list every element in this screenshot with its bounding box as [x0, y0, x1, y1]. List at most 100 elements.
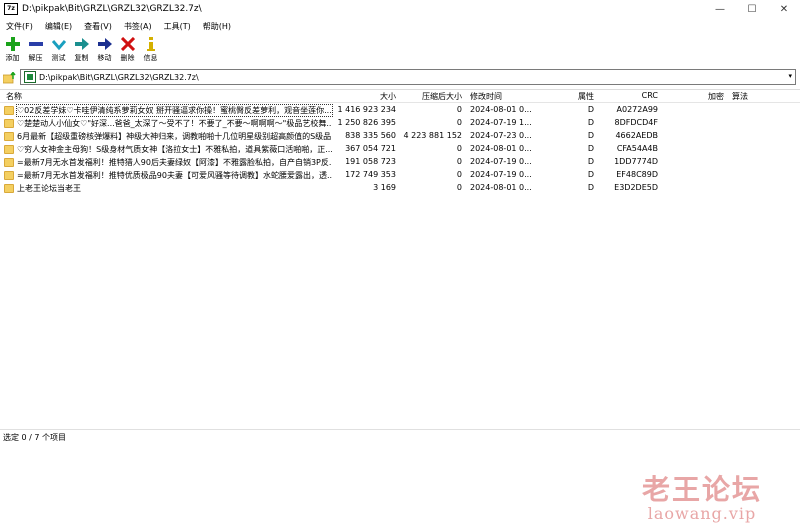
list-item[interactable]: ♡穷人女神金主母狗！S级身材气质女神【洛拉女士】不雅私拍，道具紫薇口活啪啪，正.… [0, 143, 800, 156]
up-folder-button[interactable] [3, 71, 17, 85]
add-button[interactable]: 添加 [2, 34, 23, 66]
minimize-button[interactable]: — [704, 0, 736, 18]
item-crc: 4662AEDB [615, 131, 658, 140]
item-crc: EF48C89D [616, 170, 658, 179]
menu-tools[interactable]: 工具(T) [158, 21, 197, 32]
test-button[interactable]: 测试 [48, 34, 69, 66]
move-label: 移动 [97, 54, 112, 62]
menu-edit[interactable]: 编辑(E) [39, 21, 78, 32]
title-bar: 7z D:\pikpak\Bit\GRZL\GRZL32\GRZL32.7z\ … [0, 0, 800, 18]
item-attributes: D [587, 170, 594, 179]
item-packed: 0 [456, 157, 462, 166]
item-modified: 2024-07-19 0... [470, 170, 532, 179]
column-packed[interactable]: 压缩后大小 [402, 91, 462, 102]
copy-button[interactable]: 复制 [71, 34, 92, 66]
watermark-cn: 老王论坛 [641, 473, 762, 506]
minus-icon [28, 36, 44, 52]
item-size: 1 250 826 395 [337, 118, 396, 127]
move-button[interactable]: 移动 [94, 34, 115, 66]
close-button[interactable]: ✕ [768, 0, 800, 18]
item-size: 3 169 [373, 183, 396, 192]
folder-icon [4, 132, 14, 141]
item-crc: 1DD7774D [614, 157, 658, 166]
item-attributes: D [587, 183, 594, 192]
item-attributes: D [587, 144, 594, 153]
test-label: 测试 [51, 54, 66, 62]
column-name[interactable]: 名称 [6, 91, 22, 102]
info-button[interactable]: 信息 [140, 34, 161, 66]
list-item[interactable]: =最新7月无水首发福利！推特猎人90后夫妻绿奴【阿漆】不雅露脸私拍，自产自销3P… [0, 156, 800, 169]
add-label: 添加 [5, 54, 20, 62]
column-modified[interactable]: 修改时间 [470, 91, 502, 102]
menu-help[interactable]: 帮助(H) [197, 21, 237, 32]
folder-icon [4, 145, 14, 154]
item-modified: 2024-07-19 1... [470, 118, 532, 127]
item-name: =最新7月无水首发福利！推特猎人90后夫妻绿奴【阿漆】不雅露脸私拍，自产自销3P… [17, 158, 332, 167]
item-crc: CFA54A4B [616, 144, 658, 153]
column-attributes[interactable]: 属性 [540, 91, 594, 102]
item-name: ♡楚楚动人小仙女♡"好深...爸爸_太深了～受不了！不要了_不要～啊啊啊～"极品… [17, 119, 332, 128]
plus-icon [5, 36, 21, 52]
item-size: 367 054 721 [345, 144, 396, 153]
item-crc: A0272A99 [616, 105, 658, 114]
item-attributes: D [587, 157, 594, 166]
item-modified: 2024-08-01 0... [470, 144, 532, 153]
up-folder-icon [3, 72, 16, 84]
item-name: =最新7月无水首发福利！推特优质极品90夫妻【可爱风骚等待调教】水蛇腰爱露出，透… [17, 171, 332, 180]
item-name: ♡02反差学妹♡卡哇伊清纯系萝莉女奴 掰开骚逼求你操！蜜桃臀反差萝利，观音坐莲你… [16, 104, 333, 117]
item-crc: 8DFDCD4F [614, 118, 658, 127]
list-item[interactable]: 6月最新【超级重磅核弹爆料】神级大神归来，调教啪啪十几位明星级别超高颜值的S级品… [0, 130, 800, 143]
item-packed: 0 [456, 105, 462, 114]
list-item[interactable]: ♡楚楚动人小仙女♡"好深...爸爸_太深了～受不了！不要了_不要～啊啊啊～"极品… [0, 117, 800, 130]
toolbar: 添加 解压 测试 复制 移动 删除 信息 [0, 34, 800, 66]
item-packed: 4 223 881 152 [403, 131, 462, 140]
item-packed: 0 [456, 144, 462, 153]
address-path: D:\pikpak\Bit\GRZL\GRZL32\GRZL32.7z\ [39, 72, 199, 82]
item-size: 191 058 723 [345, 157, 396, 166]
status-bar: 选定 0 / 7 个项目 [0, 429, 800, 444]
menu-bookmarks[interactable]: 书签(A) [118, 21, 158, 32]
item-attributes: D [587, 118, 594, 127]
item-name: 6月最新【超级重磅核弹爆料】神级大神归来，调教啪啪十几位明星级别超高颜值的S级品… [17, 132, 332, 141]
column-crc[interactable]: CRC [600, 91, 658, 100]
move-arrow-icon [97, 36, 113, 52]
item-packed: 0 [456, 170, 462, 179]
column-encrypted[interactable]: 加密 [708, 91, 724, 102]
item-modified: 2024-07-23 0... [470, 131, 532, 140]
watermark: 老王论坛 laowang.vip [642, 468, 762, 523]
list-header: 名称 大小 压缩后大小 修改时间 属性 CRC 加密 算法 [0, 90, 800, 103]
item-packed: 0 [456, 183, 462, 192]
column-method[interactable]: 算法 [732, 91, 748, 102]
item-modified: 2024-08-01 0... [470, 105, 532, 114]
item-modified: 2024-07-19 0... [470, 157, 532, 166]
menu-bar: 文件(F) 编辑(E) 查看(V) 书签(A) 工具(T) 帮助(H) [0, 19, 800, 33]
window-controls: — ☐ ✕ [704, 0, 800, 18]
item-name: ♡穷人女神金主母狗！S级身材气质女神【洛拉女士】不雅私拍，道具紫薇口活啪啪，正.… [17, 145, 332, 154]
copy-arrow-icon [74, 36, 90, 52]
info-icon [143, 36, 159, 52]
address-input[interactable]: D:\pikpak\Bit\GRZL\GRZL32\GRZL32.7z\ ▾ [20, 69, 796, 85]
delete-button[interactable]: 删除 [117, 34, 138, 66]
delete-label: 删除 [120, 54, 135, 62]
item-modified: 2024-08-01 0... [470, 183, 532, 192]
folder-icon [4, 158, 14, 167]
menu-file[interactable]: 文件(F) [0, 21, 39, 32]
folder-icon [4, 171, 14, 180]
extract-button[interactable]: 解压 [25, 34, 46, 66]
menu-view[interactable]: 查看(V) [78, 21, 118, 32]
info-label: 信息 [143, 54, 158, 62]
address-dropdown-icon[interactable]: ▾ [788, 72, 792, 80]
app-icon: 7z [4, 3, 18, 15]
list-item[interactable]: 上老王论坛当老王 3 169 0 2024-08-01 0... D E3D2D… [0, 182, 800, 195]
folder-icon [4, 119, 14, 128]
checkmark-icon [51, 36, 67, 52]
column-size[interactable]: 大小 [330, 91, 396, 102]
extract-label: 解压 [28, 54, 43, 62]
archive-icon [24, 71, 36, 83]
item-name: 上老王论坛当老王 [17, 184, 81, 193]
list-item[interactable]: =最新7月无水首发福利！推特优质极品90夫妻【可爱风骚等待调教】水蛇腰爱露出，透… [0, 169, 800, 182]
item-crc: E3D2DE5D [614, 183, 658, 192]
item-size: 838 335 560 [345, 131, 396, 140]
list-item[interactable]: ♡02反差学妹♡卡哇伊清纯系萝莉女奴 掰开骚逼求你操！蜜桃臀反差萝利，观音坐莲你… [0, 104, 800, 117]
maximize-button[interactable]: ☐ [736, 0, 768, 18]
